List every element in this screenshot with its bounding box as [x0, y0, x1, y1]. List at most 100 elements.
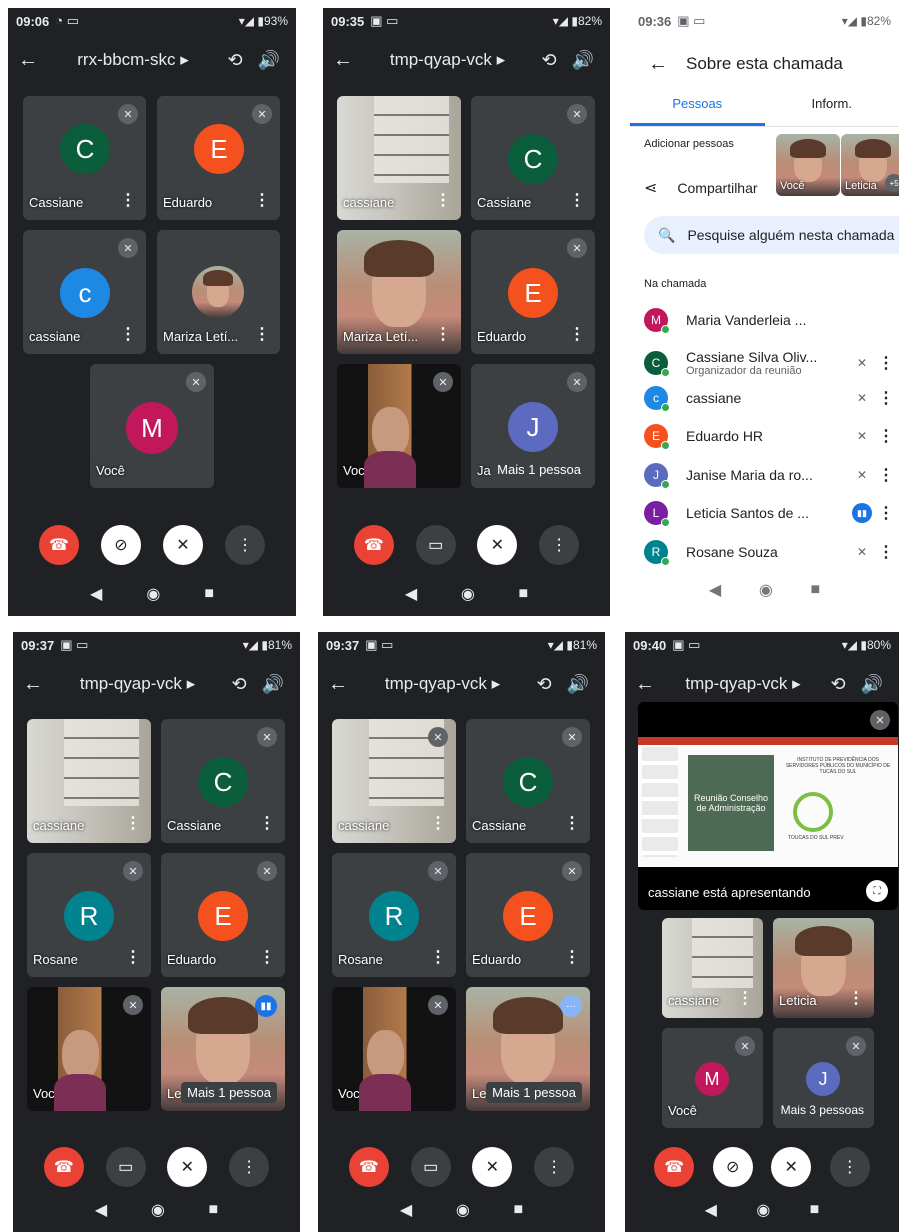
nav-back-icon[interactable]: ◀ [405, 584, 417, 604]
switch-camera-icon[interactable]: ⟲ [532, 50, 566, 71]
more-options-icon[interactable]: ⋮ [564, 813, 580, 833]
participant-tile[interactable]: Mariza Letí... ⋮ [157, 230, 280, 354]
participant-tile[interactable]: ✕ E Eduardo ⋮ [466, 853, 590, 977]
more-people-chip[interactable]: Mais 1 pessoa [491, 459, 587, 480]
more-options-icon[interactable]: ⋮ [125, 813, 141, 833]
more-options-icon[interactable]: ⋮ [848, 988, 864, 1008]
nav-recents-icon[interactable]: ■ [204, 585, 214, 603]
more-options-button[interactable]: ⋮ [829, 1147, 870, 1187]
participant-tile[interactable]: ✕ C Cassiane ⋮ [471, 96, 595, 220]
more-options-button[interactable]: ⋮ [225, 525, 265, 565]
participant-video-tile[interactable]: ··· Le Mais 1 pessoa [466, 987, 590, 1111]
participant-tile[interactable]: ✕ J Ja Mais 1 pessoa [471, 364, 595, 488]
mic-off-button[interactable]: ✕ [477, 525, 518, 565]
meeting-code[interactable]: tmp-qyap-vck ▸ [358, 674, 527, 694]
more-people-chip[interactable]: Mais 1 pessoa [181, 1082, 277, 1103]
self-tile[interactable]: ✕ M Você [90, 364, 214, 488]
back-arrow-icon[interactable]: ← [635, 673, 665, 696]
more-options-icon[interactable]: ⋮ [259, 813, 275, 833]
switch-camera-icon[interactable]: ⟲ [222, 674, 256, 695]
nav-recents-icon[interactable]: ■ [208, 1201, 218, 1219]
nav-home-icon[interactable]: ◉ [151, 1200, 165, 1220]
more-options-icon[interactable]: ⋮ [569, 324, 585, 344]
nav-home-icon[interactable]: ◉ [461, 584, 475, 604]
participant-row[interactable]: M Maria Vanderleia ... [644, 304, 895, 336]
participant-row[interactable]: c cassiane ✕ ⋮ [644, 382, 895, 414]
nav-recents-icon[interactable]: ■ [513, 1201, 523, 1219]
more-options-icon[interactable]: ⋮ [430, 947, 446, 967]
more-options-icon[interactable]: ⋮ [254, 324, 270, 344]
participant-tile[interactable]: ✕ R Rosane ⋮ [27, 853, 151, 977]
hang-up-button[interactable]: ☎ [43, 1147, 84, 1187]
speaker-icon[interactable]: 🔊 [561, 674, 595, 695]
back-arrow-icon[interactable]: ← [328, 673, 358, 696]
meeting-code[interactable]: rrx-bbcm-skc ▸ [48, 50, 218, 70]
camera-off-button[interactable]: ⊘ [712, 1147, 753, 1187]
nav-home-icon[interactable]: ◉ [146, 584, 160, 604]
camera-off-button[interactable]: ⊘ [101, 525, 141, 565]
camera-button[interactable]: ▭ [410, 1147, 451, 1187]
participant-tile[interactable]: ✕ J Mais 3 pessoas [773, 1028, 874, 1128]
more-options-icon[interactable]: ⋮ [435, 324, 451, 344]
more-options-icon[interactable]: ⋮ [259, 947, 275, 967]
hang-up-button[interactable]: ☎ [39, 525, 79, 565]
switch-camera-icon[interactable]: ⟲ [821, 674, 855, 695]
self-preview-thumbnail[interactable]: Você [776, 134, 840, 196]
more-options-icon[interactable]: ⋮ [877, 388, 895, 408]
participant-tile[interactable]: ✕ C Cassiane ⋮ [23, 96, 146, 220]
speaker-icon[interactable]: 🔊 [855, 674, 889, 695]
tab-people[interactable]: Pessoas [630, 88, 765, 126]
mic-off-button[interactable]: ✕ [167, 1147, 208, 1187]
camera-button[interactable]: ▭ [415, 525, 456, 565]
participant-tile[interactable]: ✕ E Eduardo ⋮ [157, 96, 280, 220]
more-options-icon[interactable]: ⋮ [877, 465, 895, 485]
share-button[interactable]: ⋖ Compartilhar [644, 178, 758, 198]
speaker-icon[interactable]: 🔊 [252, 50, 286, 71]
more-options-button[interactable]: ⋮ [229, 1147, 270, 1187]
add-people-label[interactable]: Adicionar pessoas [644, 138, 734, 150]
meeting-code[interactable]: tmp-qyap-vck ▸ [665, 674, 821, 694]
participant-row[interactable]: J Janise Maria da ro... ✕ ⋮ [644, 459, 895, 491]
presentation-tile[interactable]: ✕ Reunião Conselho de Administração INST… [638, 702, 898, 910]
nav-recents-icon[interactable]: ■ [810, 1201, 820, 1219]
more-options-icon[interactable]: ⋮ [564, 947, 580, 967]
participant-video-tile[interactable]: Leticia ⋮ [773, 918, 874, 1018]
speaker-preview-thumbnail[interactable]: Leticia +5 [841, 134, 899, 196]
nav-back-icon[interactable]: ◀ [709, 580, 721, 600]
back-arrow-icon[interactable]: ← [648, 53, 686, 76]
mic-off-button[interactable]: ✕ [163, 525, 203, 565]
participant-video-tile[interactable]: Mariza Letí... ⋮ [337, 230, 461, 354]
participant-tile[interactable]: ✕ R Rosane ⋮ [332, 853, 456, 977]
self-video-tile[interactable]: ✕ Você [337, 364, 461, 488]
nav-back-icon[interactable]: ◀ [705, 1200, 717, 1220]
more-options-icon[interactable]: ⋮ [877, 426, 895, 446]
more-options-icon[interactable]: ⋮ [737, 988, 753, 1008]
back-arrow-icon[interactable]: ← [18, 49, 48, 72]
participant-video-tile[interactable]: cassiane ⋮ [337, 96, 461, 220]
tab-info[interactable]: Inform. [765, 88, 899, 126]
participant-row[interactable]: E Eduardo HR ✕ ⋮ [644, 420, 895, 452]
participant-tile[interactable]: ✕ C Cassiane ⋮ [466, 719, 590, 843]
participant-row[interactable]: C Cassiane Silva Oliv... Organizador da r… [644, 343, 895, 383]
nav-home-icon[interactable]: ◉ [756, 1200, 770, 1220]
more-options-button[interactable]: ⋮ [539, 525, 580, 565]
participant-tile[interactable]: ✕ C Cassiane ⋮ [161, 719, 285, 843]
mic-off-button[interactable]: ✕ [472, 1147, 513, 1187]
more-options-icon[interactable]: ⋮ [120, 324, 136, 344]
more-options-icon[interactable]: ⋮ [254, 190, 270, 210]
people-search-input[interactable]: 🔍 Pesquise alguém nesta chamada [644, 216, 899, 254]
participant-tile[interactable]: ✕ c cassiane ⋮ [23, 230, 146, 354]
camera-button[interactable]: ▭ [105, 1147, 146, 1187]
more-options-button[interactable]: ⋮ [534, 1147, 575, 1187]
self-video-tile[interactable]: ✕ Você [27, 987, 151, 1111]
more-options-icon[interactable]: ⋮ [430, 813, 446, 833]
more-options-icon[interactable]: ⋮ [569, 190, 585, 210]
nav-home-icon[interactable]: ◉ [456, 1200, 470, 1220]
more-options-icon[interactable]: ⋮ [877, 353, 895, 373]
switch-camera-icon[interactable]: ⟲ [218, 50, 252, 71]
fullscreen-icon[interactable]: ⛶ [866, 880, 888, 902]
speaker-icon[interactable]: 🔊 [256, 674, 290, 695]
switch-camera-icon[interactable]: ⟲ [527, 674, 561, 695]
hang-up-button[interactable]: ☎ [353, 525, 394, 565]
participant-video-tile[interactable]: cassiane ⋮ [662, 918, 763, 1018]
